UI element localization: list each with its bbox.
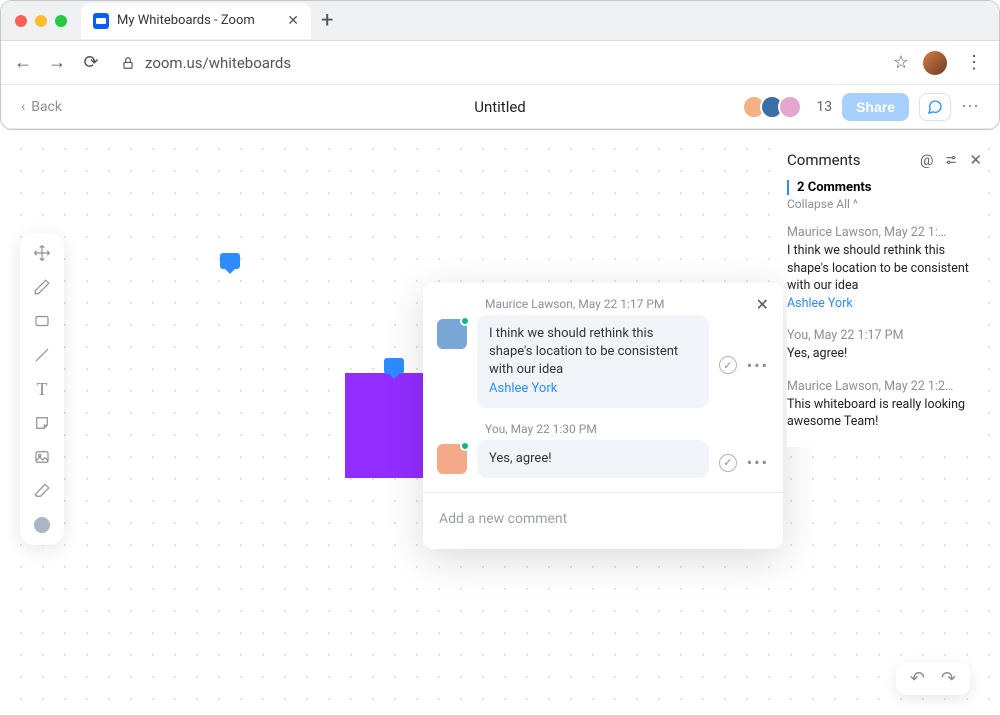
- address-bar[interactable]: zoom.us/whiteboards: [115, 54, 879, 72]
- close-tab-button[interactable]: ✕: [287, 13, 299, 29]
- forward-button[interactable]: →: [47, 53, 67, 73]
- document-title[interactable]: Untitled: [474, 98, 526, 116]
- maximize-window-button[interactable]: [55, 15, 67, 27]
- viewer-count: 13: [816, 99, 832, 115]
- comments-toggle-button[interactable]: [919, 93, 951, 121]
- reload-button[interactable]: ⟳: [81, 53, 101, 73]
- profile-avatar[interactable]: [923, 51, 947, 75]
- window-controls: [1, 15, 81, 27]
- close-window-button[interactable]: [15, 15, 27, 27]
- zoom-favicon-icon: [93, 13, 109, 29]
- back-label: Back: [31, 99, 62, 115]
- bookmark-button[interactable]: ☆: [893, 52, 909, 73]
- collaborator-avatars[interactable]: [748, 95, 802, 119]
- share-button[interactable]: Share: [842, 93, 909, 121]
- browser-tabs-bar: My Whiteboards - Zoom ✕ +: [1, 1, 999, 41]
- minimize-window-button[interactable]: [35, 15, 47, 27]
- browser-menu-button[interactable]: ⋮: [961, 52, 987, 73]
- new-tab-button[interactable]: +: [311, 8, 343, 33]
- url-text: zoom.us/whiteboards: [145, 54, 291, 72]
- whiteboard-canvas[interactable]: [0, 128, 1000, 130]
- lock-icon: [121, 56, 135, 70]
- back-button[interactable]: ←: [13, 53, 33, 73]
- browser-url-bar: ← → ⟳ zoom.us/whiteboards ☆ ⋮: [1, 41, 999, 85]
- more-options-button[interactable]: ⋯: [961, 96, 979, 117]
- app-header: ‹ Back Untitled 13 Share ⋯: [1, 85, 999, 129]
- avatar: [778, 95, 802, 119]
- back-link[interactable]: ‹ Back: [21, 99, 62, 115]
- browser-tab[interactable]: My Whiteboards - Zoom ✕: [81, 3, 311, 39]
- chevron-left-icon: ‹: [21, 99, 25, 115]
- tab-title: My Whiteboards - Zoom: [117, 13, 279, 28]
